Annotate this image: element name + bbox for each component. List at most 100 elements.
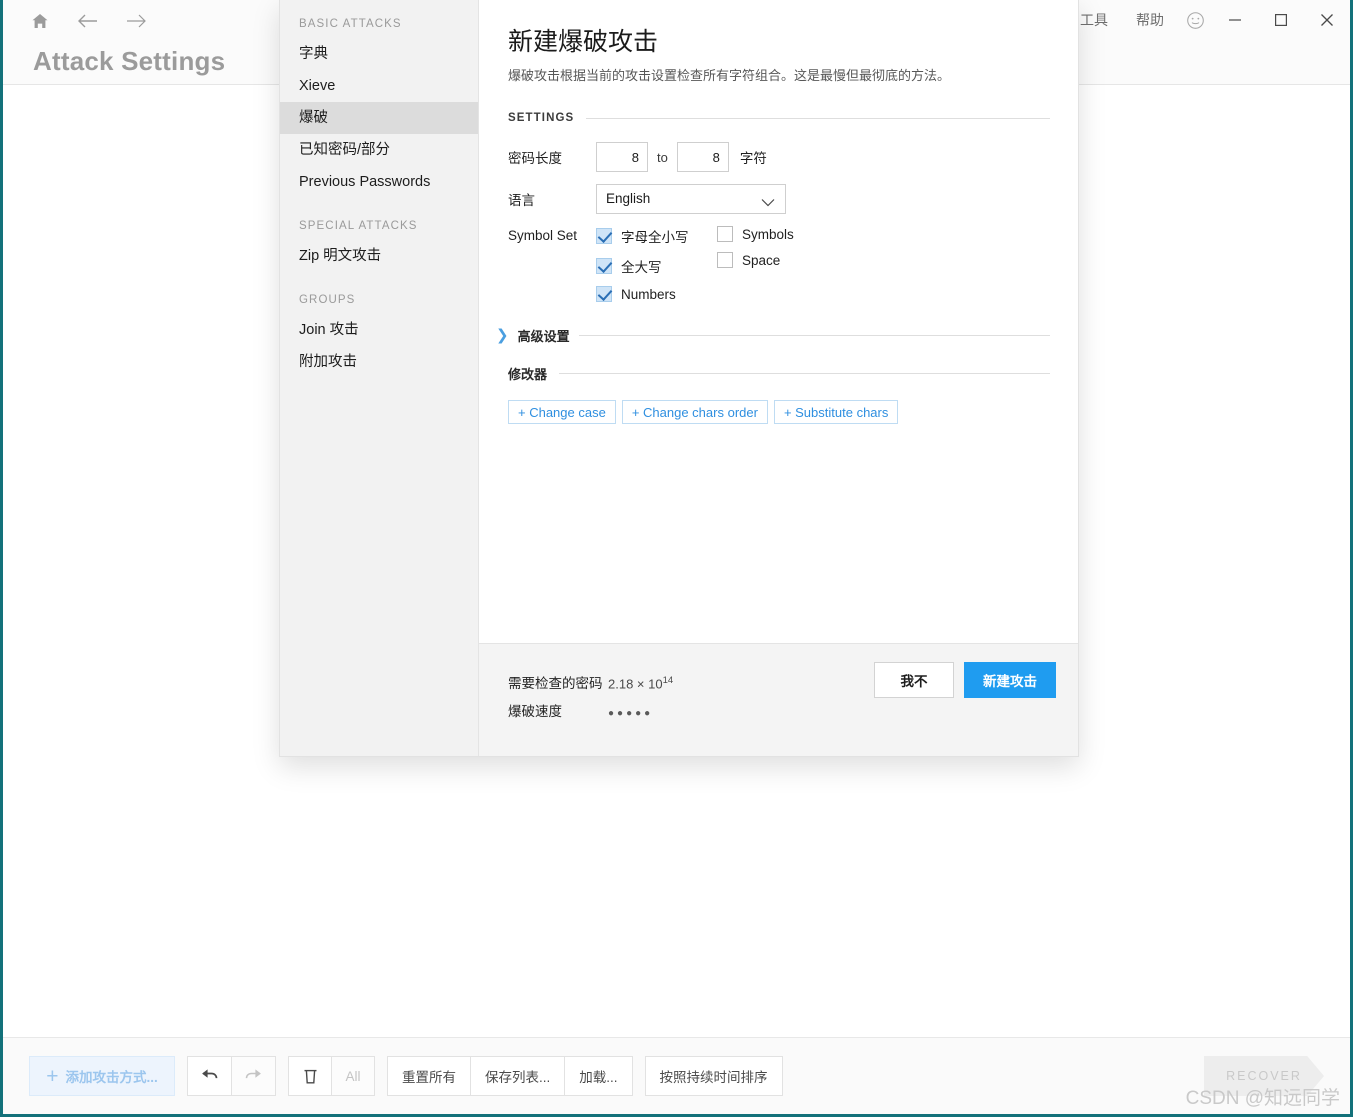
- change-chars-order-button[interactable]: + Change chars order: [621, 400, 768, 424]
- close-icon[interactable]: [1304, 0, 1350, 40]
- load-button[interactable]: 加载...: [564, 1056, 633, 1096]
- watermark: CSDN @知远同学: [1185, 1088, 1340, 1109]
- passwords-mantissa: 2.18 × 10: [608, 676, 663, 691]
- checkbox-symbols-box[interactable]: [717, 226, 733, 242]
- chevron-down-icon: [761, 194, 775, 212]
- save-list-button[interactable]: 保存列表...: [470, 1056, 566, 1096]
- dialog-main-panel: 新建爆破攻击 爆破攻击根据当前的攻击设置检查所有字符组合。这是最慢但最彻底的方法…: [479, 0, 1078, 756]
- password-length-min-input[interactable]: [596, 142, 648, 172]
- modifier-buttons: + Change case + Change chars order + Sub…: [508, 400, 1050, 424]
- minimize-icon[interactable]: [1212, 0, 1258, 40]
- undo-redo-group: [187, 1056, 276, 1096]
- delete-group: All: [288, 1056, 375, 1096]
- bottom-toolbar: + 添加攻击方式... All 重置所有 保存列表... 加载... 按照持续时…: [3, 1037, 1350, 1114]
- checkbox-numbers-box[interactable]: [596, 286, 612, 302]
- redo-icon: [244, 1068, 263, 1084]
- dialog-attack-type-sidebar: BASIC ATTACKS 字典 Xieve 爆破 已知密码/部分 Previo…: [280, 0, 479, 756]
- back-arrow-icon[interactable]: [73, 6, 103, 36]
- page-title: Attack Settings: [33, 46, 226, 76]
- checkbox-uppercase-label: 全大写: [621, 260, 662, 275]
- navigation-icons: [25, 6, 151, 36]
- dialog-footer: 需要检查的密码 2.18 × 1014 爆破速度 ●●●●● 我不 新建攻击: [479, 643, 1078, 756]
- language-row: 语言 English: [508, 184, 1050, 214]
- delete-button[interactable]: [288, 1056, 332, 1096]
- toolbar-buttons: + 添加攻击方式... All 重置所有 保存列表... 加载... 按照持续时…: [29, 1056, 783, 1096]
- smiley-icon[interactable]: [1178, 0, 1212, 40]
- checkbox-space[interactable]: Space: [717, 252, 794, 268]
- sidebar-item-dictionary[interactable]: 字典: [280, 38, 478, 70]
- sidebar-item-zip-plaintext[interactable]: Zip 明文攻击: [280, 240, 478, 272]
- language-label: 语言: [508, 193, 535, 208]
- brute-force-speed-dots: ●●●●●: [608, 708, 654, 719]
- list-actions-group: 重置所有 保存列表... 加载...: [387, 1056, 633, 1096]
- brute-force-speed-label: 爆破速度: [508, 704, 562, 719]
- settings-section-header: SETTINGS: [508, 112, 1050, 124]
- checkbox-lowercase-box[interactable]: [596, 228, 612, 244]
- chevron-right-icon: ❯: [496, 327, 509, 344]
- trash-icon: [303, 1067, 318, 1085]
- advanced-settings-rule: [578, 335, 1050, 336]
- reset-all-button[interactable]: 重置所有: [387, 1056, 471, 1096]
- sidebar-item-brute-force[interactable]: 爆破: [280, 102, 478, 134]
- checkbox-symbols-label: Symbols: [742, 226, 794, 242]
- sidebar-group-heading-groups: GROUPS: [299, 294, 356, 306]
- select-all-button[interactable]: All: [331, 1056, 375, 1096]
- checkbox-symbols[interactable]: Symbols: [717, 226, 794, 242]
- password-length-label: 密码长度: [508, 151, 562, 166]
- brute-force-speed-row: 爆破速度 ●●●●●: [508, 700, 673, 720]
- passwords-exponent: 14: [662, 674, 674, 686]
- password-length-max-input[interactable]: [676, 142, 729, 172]
- change-case-button[interactable]: + Change case: [508, 400, 616, 424]
- modifiers-rule: [559, 373, 1050, 374]
- checkbox-uppercase[interactable]: 全大写: [596, 256, 717, 276]
- dialog-footer-buttons: 我不 新建攻击: [874, 662, 1056, 698]
- home-icon[interactable]: [25, 6, 55, 36]
- sort-group: 按照持续时间排序: [644, 1056, 783, 1096]
- password-length-unit-label: 字符: [739, 151, 767, 166]
- sidebar-item-known-password[interactable]: 已知密码/部分: [280, 134, 478, 166]
- sidebar-group-heading-special: SPECIAL ATTACKS: [299, 220, 418, 232]
- undo-button[interactable]: [187, 1056, 232, 1096]
- checkbox-numbers[interactable]: Numbers: [596, 286, 717, 302]
- sidebar-item-previous-passwords[interactable]: Previous Passwords: [280, 166, 478, 198]
- symbol-set-column-2: Symbols Space: [717, 226, 794, 268]
- sidebar-item-join-attack[interactable]: Join 攻击: [280, 314, 478, 346]
- dialog-footer-stats: 需要检查的密码 2.18 × 1014 爆破速度 ●●●●●: [508, 672, 673, 728]
- dialog-title: 新建爆破攻击: [508, 29, 659, 56]
- add-attack-button[interactable]: + 添加攻击方式...: [29, 1056, 175, 1096]
- window-menu: 工具 帮助: [1066, 0, 1350, 40]
- dialog-subtitle: 爆破攻击根据当前的攻击设置检查所有字符组合。这是最慢但最彻底的方法。: [508, 68, 951, 83]
- checkbox-numbers-label: Numbers: [621, 286, 676, 302]
- modifiers-header: 修改器: [508, 364, 1050, 383]
- settings-section-label: SETTINGS: [508, 112, 575, 124]
- checkbox-uppercase-box[interactable]: [596, 258, 612, 274]
- substitute-chars-button[interactable]: + Substitute chars: [773, 400, 899, 424]
- sidebar-item-xieve[interactable]: Xieve: [280, 70, 478, 102]
- checkbox-space-label: Space: [742, 252, 781, 268]
- redo-button[interactable]: [231, 1056, 276, 1096]
- new-brute-force-attack-dialog: BASIC ATTACKS 字典 Xieve 爆破 已知密码/部分 Previo…: [279, 0, 1079, 757]
- passwords-to-check-row: 需要检查的密码 2.18 × 1014: [508, 672, 673, 692]
- sidebar-group-heading-basic: BASIC ATTACKS: [299, 18, 402, 30]
- language-select[interactable]: English: [596, 184, 786, 214]
- maximize-icon[interactable]: [1258, 0, 1304, 40]
- menu-item-help[interactable]: 帮助: [1122, 0, 1178, 40]
- checkbox-lowercase-label: 字母全小写: [621, 230, 689, 245]
- application-window: Attack Settings 工具 帮助 BASIC ATTACKS 字典 X…: [0, 0, 1353, 1117]
- advanced-settings-label: 高级设置: [517, 329, 570, 344]
- create-attack-button[interactable]: 新建攻击: [964, 662, 1056, 698]
- forward-arrow-icon[interactable]: [121, 6, 151, 36]
- plus-icon: +: [46, 1064, 59, 1088]
- passwords-to-check-value: 2.18 × 1014: [608, 675, 673, 691]
- sidebar-item-append-attack[interactable]: 附加攻击: [280, 346, 478, 378]
- cancel-button[interactable]: 我不: [874, 662, 954, 698]
- checkbox-space-box[interactable]: [717, 252, 733, 268]
- sort-by-duration-button[interactable]: 按照持续时间排序: [644, 1056, 783, 1096]
- checkbox-lowercase[interactable]: 字母全小写: [596, 226, 717, 246]
- advanced-settings-header[interactable]: ❯ 高级设置: [496, 326, 1050, 345]
- undo-icon: [200, 1068, 219, 1084]
- symbol-set-column-1: 字母全小写 全大写 Numbers: [596, 226, 717, 302]
- dialog-body: 新建爆破攻击 爆破攻击根据当前的攻击设置检查所有字符组合。这是最慢但最彻底的方法…: [479, 0, 1078, 643]
